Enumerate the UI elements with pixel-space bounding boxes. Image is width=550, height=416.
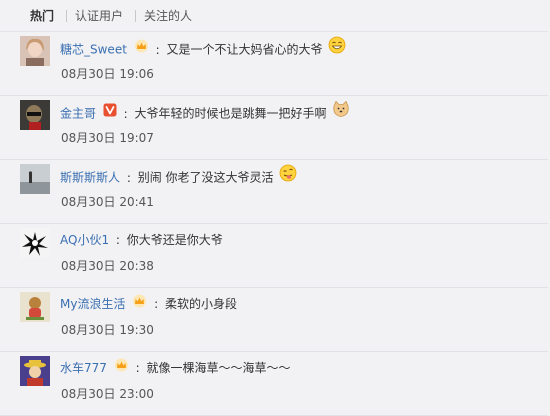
comment-text: 柔软的小身段: [165, 297, 238, 311]
comment-item: 糖芯_Sweet : 又是一个不让大妈省心的大爷 08月30日 19:06: [0, 32, 548, 96]
comment-tabs: 热门 认证用户 关注的人: [0, 0, 548, 32]
comment-line: 金主哥 : 大爷年轻的时候也是跳舞一把好手啊: [60, 100, 350, 124]
comment-line: 糖芯_Sweet : 又是一个不让大妈省心的大爷: [60, 36, 346, 60]
comment-time: 08月30日 20:41: [61, 195, 154, 209]
comment-time: 08月30日 19:30: [61, 323, 154, 337]
laugh-emoji-icon: [328, 36, 346, 60]
comment-line: AQ小伙1 : 你大爷还是你大爷: [60, 233, 223, 247]
tab-hot[interactable]: 热门: [30, 9, 54, 23]
comment-item: 水车777 : 就像一棵海草～～海草～～ 08月30日 23:00: [0, 352, 548, 416]
comment-text: 大爷年轻的时候也是跳舞一把好手啊: [134, 106, 327, 121]
comment-panel: 热门 认证用户 关注的人 糖芯_Sweet : 又是一个不让大妈省心的大爷 08…: [0, 0, 548, 416]
comment-text: 就像一棵海草～～海草～～: [146, 361, 291, 375]
comment-time: 08月30日 20:38: [61, 259, 154, 273]
comment-time: 08月30日 23:00: [61, 387, 154, 401]
comment-item: AQ小伙1 : 你大爷还是你大爷 08月30日 20:38: [0, 224, 548, 288]
tongue-emoji-icon: [279, 164, 297, 188]
username-link[interactable]: AQ小伙1: [60, 233, 109, 247]
crown-icon[interactable]: [114, 358, 129, 378]
avatar[interactable]: [20, 228, 50, 258]
comment-item: My流浪生活 : 柔软的小身段 08月30日 19:30: [0, 288, 548, 352]
tab-verified-users[interactable]: 认证用户: [75, 9, 123, 23]
username-link[interactable]: 金主哥: [60, 107, 96, 121]
verified-v-icon[interactable]: [103, 103, 117, 123]
doge-emoji-icon: [332, 100, 350, 124]
comment-line: My流浪生活 : 柔软的小身段: [60, 294, 237, 314]
username-link[interactable]: 糖芯_Sweet: [60, 43, 127, 57]
comment-time: 08月30日 19:06: [61, 67, 154, 81]
comment-line: 斯斯斯斯人 : 别闹 你老了没这大爷灵活: [60, 164, 297, 188]
crown-icon[interactable]: [134, 39, 149, 59]
username-link[interactable]: My流浪生活: [60, 297, 125, 311]
tab-divider: [66, 10, 67, 22]
avatar[interactable]: [20, 356, 50, 386]
comment-item: 金主哥 : 大爷年轻的时候也是跳舞一把好手啊 08月30日 19:07: [0, 96, 548, 160]
avatar[interactable]: [20, 100, 50, 130]
comment-text: 你大爷还是你大爷: [126, 233, 223, 247]
comment-time: 08月30日 19:07: [61, 131, 154, 145]
username-link[interactable]: 水车777: [60, 361, 107, 375]
tab-following[interactable]: 关注的人: [144, 9, 192, 23]
avatar[interactable]: [20, 164, 50, 194]
username-link[interactable]: 斯斯斯斯人: [60, 171, 120, 185]
tab-divider: [135, 10, 136, 22]
comment-item: 斯斯斯斯人 : 别闹 你老了没这大爷灵活 08月30日 20:41: [0, 160, 548, 224]
crown-icon[interactable]: [132, 294, 147, 314]
comment-text: 又是一个不让大妈省心的大爷: [166, 42, 323, 57]
avatar[interactable]: [20, 36, 50, 66]
comment-text: 别闹 你老了没这大爷灵活: [137, 170, 274, 185]
avatar[interactable]: [20, 292, 50, 322]
comment-line: 水车777 : 就像一棵海草～～海草～～: [60, 358, 290, 378]
